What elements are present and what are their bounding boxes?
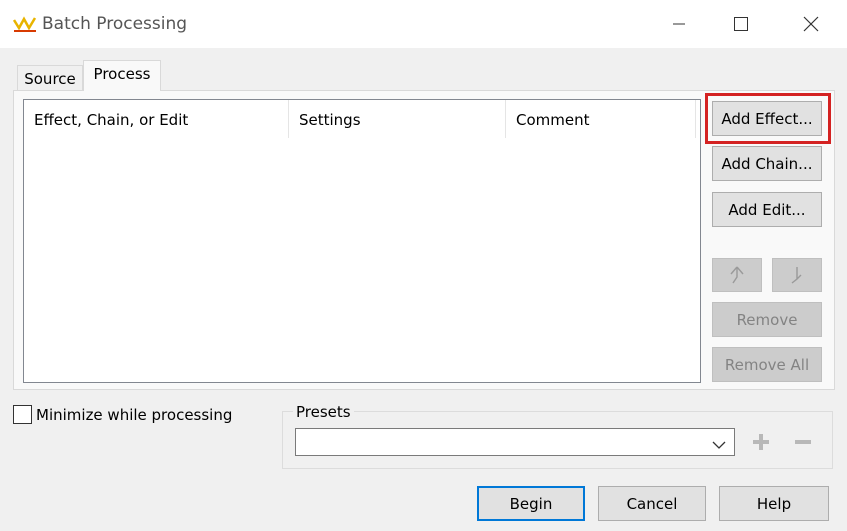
minus-icon <box>795 440 811 444</box>
preset-add-button[interactable] <box>749 430 773 454</box>
presets-label: Presets <box>293 403 354 421</box>
add-chain-button[interactable]: Add Chain... <box>712 146 822 181</box>
minimize-checkbox[interactable] <box>13 405 32 424</box>
arrow-up-icon <box>730 266 744 284</box>
arrow-down-icon <box>791 267 802 284</box>
presets-select[interactable] <box>295 428 735 456</box>
column-header-comment[interactable]: Comment <box>506 100 696 138</box>
column-header-settings[interactable]: Settings <box>289 100 506 138</box>
title-bar: Batch Processing <box>0 0 847 48</box>
tab-process[interactable]: Process <box>83 60 161 91</box>
preset-remove-button[interactable] <box>791 430 815 454</box>
chevron-down-icon <box>712 436 726 454</box>
tab-source[interactable]: Source <box>17 65 83 90</box>
help-button[interactable]: Help <box>719 486 829 521</box>
add-edit-button[interactable]: Add Edit... <box>712 192 822 227</box>
column-header-effect[interactable]: Effect, Chain, or Edit <box>24 100 289 138</box>
add-effect-button[interactable]: Add Effect... <box>712 101 822 136</box>
minimize-window-button[interactable] <box>664 9 694 39</box>
cancel-button[interactable]: Cancel <box>598 486 706 521</box>
window-title: Batch Processing <box>42 14 188 34</box>
effects-list[interactable]: Effect, Chain, or Edit Settings Comment <box>23 99 701 383</box>
close-window-button[interactable] <box>796 9 826 39</box>
move-down-button[interactable] <box>772 258 822 292</box>
plus-icon <box>753 434 769 450</box>
waveform-icon <box>12 14 37 38</box>
maximize-window-button[interactable] <box>726 9 756 39</box>
minimize-label[interactable]: Minimize while processing <box>36 406 232 424</box>
begin-button[interactable]: Begin <box>477 486 585 521</box>
move-up-button[interactable] <box>712 258 762 292</box>
remove-all-button[interactable]: Remove All <box>712 347 822 382</box>
minimize-option[interactable]: Minimize while processing <box>13 405 232 424</box>
remove-button[interactable]: Remove <box>712 302 822 337</box>
